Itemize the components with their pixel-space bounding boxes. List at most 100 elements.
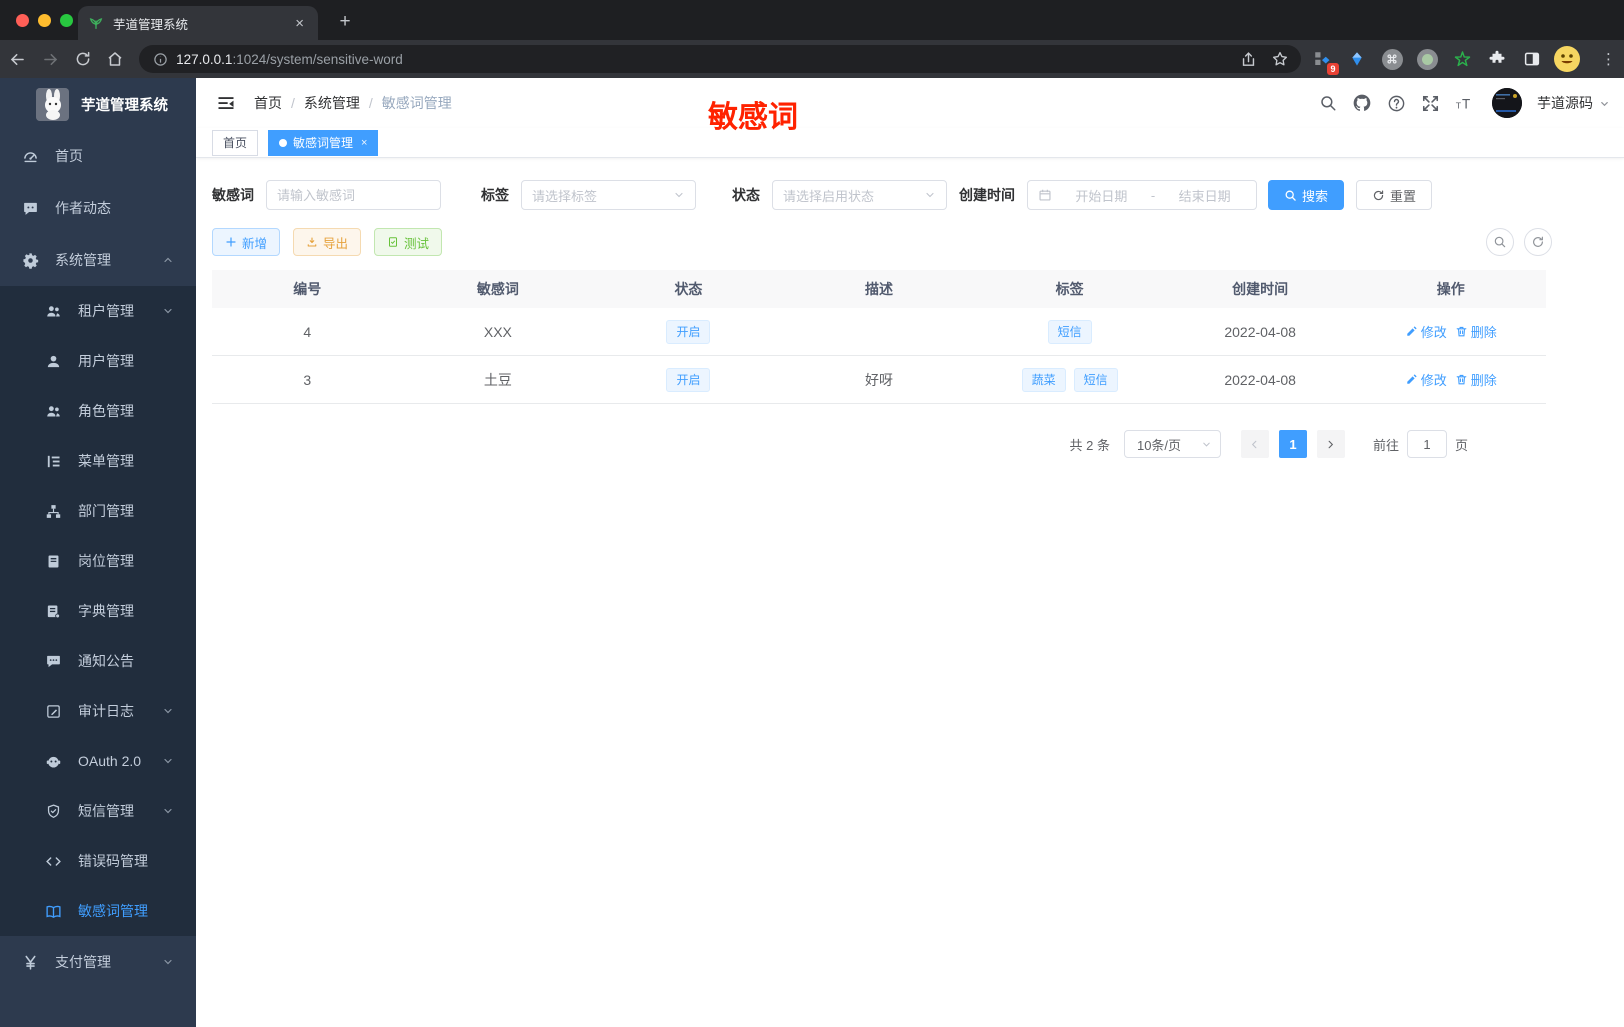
extensions-puzzle-icon[interactable] — [1486, 48, 1508, 70]
breadcrumb-system[interactable]: 系统管理 — [304, 93, 360, 113]
url-bar[interactable]: 127.0.0.1:1024/system/sensitive-word — [139, 45, 1301, 73]
delete-link[interactable]: 删除 — [1455, 322, 1497, 341]
sidebar-item-role[interactable]: 角色管理 — [0, 386, 196, 436]
status-badge: 开启 — [666, 319, 711, 344]
forward-icon[interactable] — [36, 44, 66, 74]
pagination: 共 2 条 10条/页 1 前往 页 — [196, 430, 1546, 458]
next-page-button[interactable] — [1316, 430, 1345, 458]
user-avatar[interactable] — [1492, 88, 1522, 118]
sidebar-item-sms[interactable]: 短信管理 — [0, 786, 196, 836]
sidebar-item-user[interactable]: 用户管理 — [0, 336, 196, 386]
traffic-lights[interactable] — [16, 14, 73, 27]
sidebar-item-notice[interactable]: 通知公告 — [0, 636, 196, 686]
browser-menu-icon[interactable]: ⋮ — [1601, 50, 1616, 68]
extension-kite-icon[interactable] — [1346, 48, 1368, 70]
chevron-right-icon — [1329, 440, 1334, 448]
table-row: 3 土豆 开启 好呀 蔬菜 短信 2022-04-08 修改 删除 — [212, 356, 1546, 404]
test-button[interactable]: 测试 — [374, 228, 443, 256]
yen-icon — [25, 955, 36, 970]
close-window-button[interactable] — [16, 14, 29, 27]
minimize-window-button[interactable] — [38, 14, 51, 27]
extension-command-icon[interactable] — [1381, 48, 1403, 70]
side-panel-icon[interactable] — [1521, 48, 1543, 70]
sidebar-item-label: 支付管理 — [55, 954, 111, 970]
chevron-down-icon — [162, 305, 174, 317]
tag-select[interactable]: 请选择标签 — [521, 180, 696, 210]
sidebar-item-post[interactable]: 岗位管理 — [0, 536, 196, 586]
sidebar-item-system[interactable]: 系统管理 — [0, 234, 196, 286]
sidebar-item-oauth[interactable]: OAuth 2.0 — [0, 736, 196, 786]
cell-desc: 好呀 — [865, 371, 894, 388]
help-icon[interactable] — [1387, 94, 1406, 113]
page-size-select[interactable]: 10条/页 — [1123, 430, 1221, 458]
tag-close-icon[interactable]: × — [361, 137, 367, 149]
site-info-icon[interactable] — [153, 52, 168, 67]
sidebar-item-author-news[interactable]: 作者动态 — [0, 182, 196, 234]
download-icon — [307, 237, 317, 247]
new-tab-button[interactable]: + — [332, 10, 358, 34]
tag-sensitive-word[interactable]: 敏感词管理 × — [268, 129, 379, 156]
code-icon — [46, 856, 61, 866]
word-input[interactable] — [277, 187, 430, 203]
sidebar-item-dept[interactable]: 部门管理 — [0, 486, 196, 536]
profile-avatar-icon[interactable] — [1554, 46, 1580, 72]
page-number-current[interactable]: 1 — [1278, 430, 1307, 458]
sidebar-item-dict[interactable]: 字典管理 — [0, 586, 196, 636]
edit-link[interactable]: 修改 — [1405, 370, 1447, 389]
search-button[interactable]: 搜索 — [1268, 180, 1345, 210]
extension-grid-icon[interactable]: 9 — [1311, 48, 1339, 75]
show-search-toggle-button[interactable] — [1486, 228, 1514, 256]
user-menu[interactable]: 芋道源码 — [1537, 93, 1610, 113]
goto-page-input[interactable] — [1406, 430, 1447, 458]
bookmark-star-icon[interactable] — [1271, 50, 1289, 68]
sidebar-item-pay[interactable]: 支付管理 — [0, 936, 196, 988]
refresh-table-button[interactable] — [1524, 228, 1552, 256]
pagination-total: 共 2 条 — [1069, 437, 1110, 453]
breadcrumb-home[interactable]: 首页 — [254, 93, 282, 113]
back-icon[interactable] — [3, 44, 33, 74]
end-date-placeholder: 结束日期 — [1178, 188, 1231, 204]
sidebar-item-tenant[interactable]: 租户管理 — [0, 286, 196, 336]
menu-fold-icon[interactable] — [216, 93, 236, 113]
reload-icon[interactable] — [68, 44, 98, 74]
fullscreen-icon[interactable] — [1421, 94, 1440, 113]
sidebar-item-sensitive-word[interactable]: 敏感词管理 — [0, 886, 196, 936]
edit-link[interactable]: 修改 — [1405, 322, 1447, 341]
sidebar-item-error-code[interactable]: 错误码管理 — [0, 836, 196, 886]
browser-tab[interactable]: 芋道管理系统 × — [78, 6, 318, 40]
document-check-icon — [389, 237, 398, 247]
reset-button[interactable]: 重置 — [1356, 180, 1433, 210]
sidebar-item-menu[interactable]: 菜单管理 — [0, 436, 196, 486]
date-range-separator: - — [1150, 187, 1156, 203]
status-select[interactable]: 请选择启用状态 — [772, 180, 947, 210]
delete-link[interactable]: 删除 — [1455, 370, 1497, 389]
chevron-left-icon — [1252, 440, 1257, 448]
zoom-window-button[interactable] — [60, 14, 73, 27]
prev-page-button[interactable] — [1240, 430, 1269, 458]
font-size-icon[interactable]: TT — [1455, 94, 1477, 113]
table-row: 4 XXX 开启 短信 2022-04-08 修改 删除 — [212, 308, 1546, 356]
user-name: 芋道源码 — [1537, 95, 1593, 111]
extension-green-star-icon[interactable] — [1451, 48, 1473, 70]
export-button[interactable]: 导出 — [293, 228, 362, 256]
sidebar-item-home[interactable]: 首页 — [0, 130, 196, 182]
date-range-picker[interactable]: 开始日期 - 结束日期 — [1027, 180, 1257, 210]
header-search-icon[interactable] — [1319, 94, 1337, 112]
extension-record-icon[interactable] — [1416, 48, 1438, 70]
tab-close-icon[interactable]: × — [291, 15, 308, 32]
tag-home[interactable]: 首页 — [212, 129, 259, 156]
add-button[interactable]: 新增 — [212, 228, 281, 256]
app-logo-row[interactable]: 芋道管理系统 — [0, 78, 196, 130]
github-icon[interactable] — [1352, 93, 1372, 113]
cell-id: 3 — [303, 371, 312, 388]
col-header-tags: 标签 — [1055, 281, 1084, 297]
home-icon[interactable] — [101, 44, 131, 74]
sidebar-item-audit-log[interactable]: 审计日志 — [0, 686, 196, 736]
export-button-label: 导出 — [323, 236, 349, 251]
sidebar-item-label: 审计日志 — [78, 703, 134, 719]
delete-link-label: 删除 — [1470, 325, 1497, 340]
cell-created: 2022-04-08 — [1224, 371, 1296, 388]
share-icon[interactable] — [1240, 51, 1257, 68]
filter-word-label: 敏感词 — [212, 187, 254, 203]
table-toolbar: 新增 导出 测试 — [212, 228, 1624, 256]
